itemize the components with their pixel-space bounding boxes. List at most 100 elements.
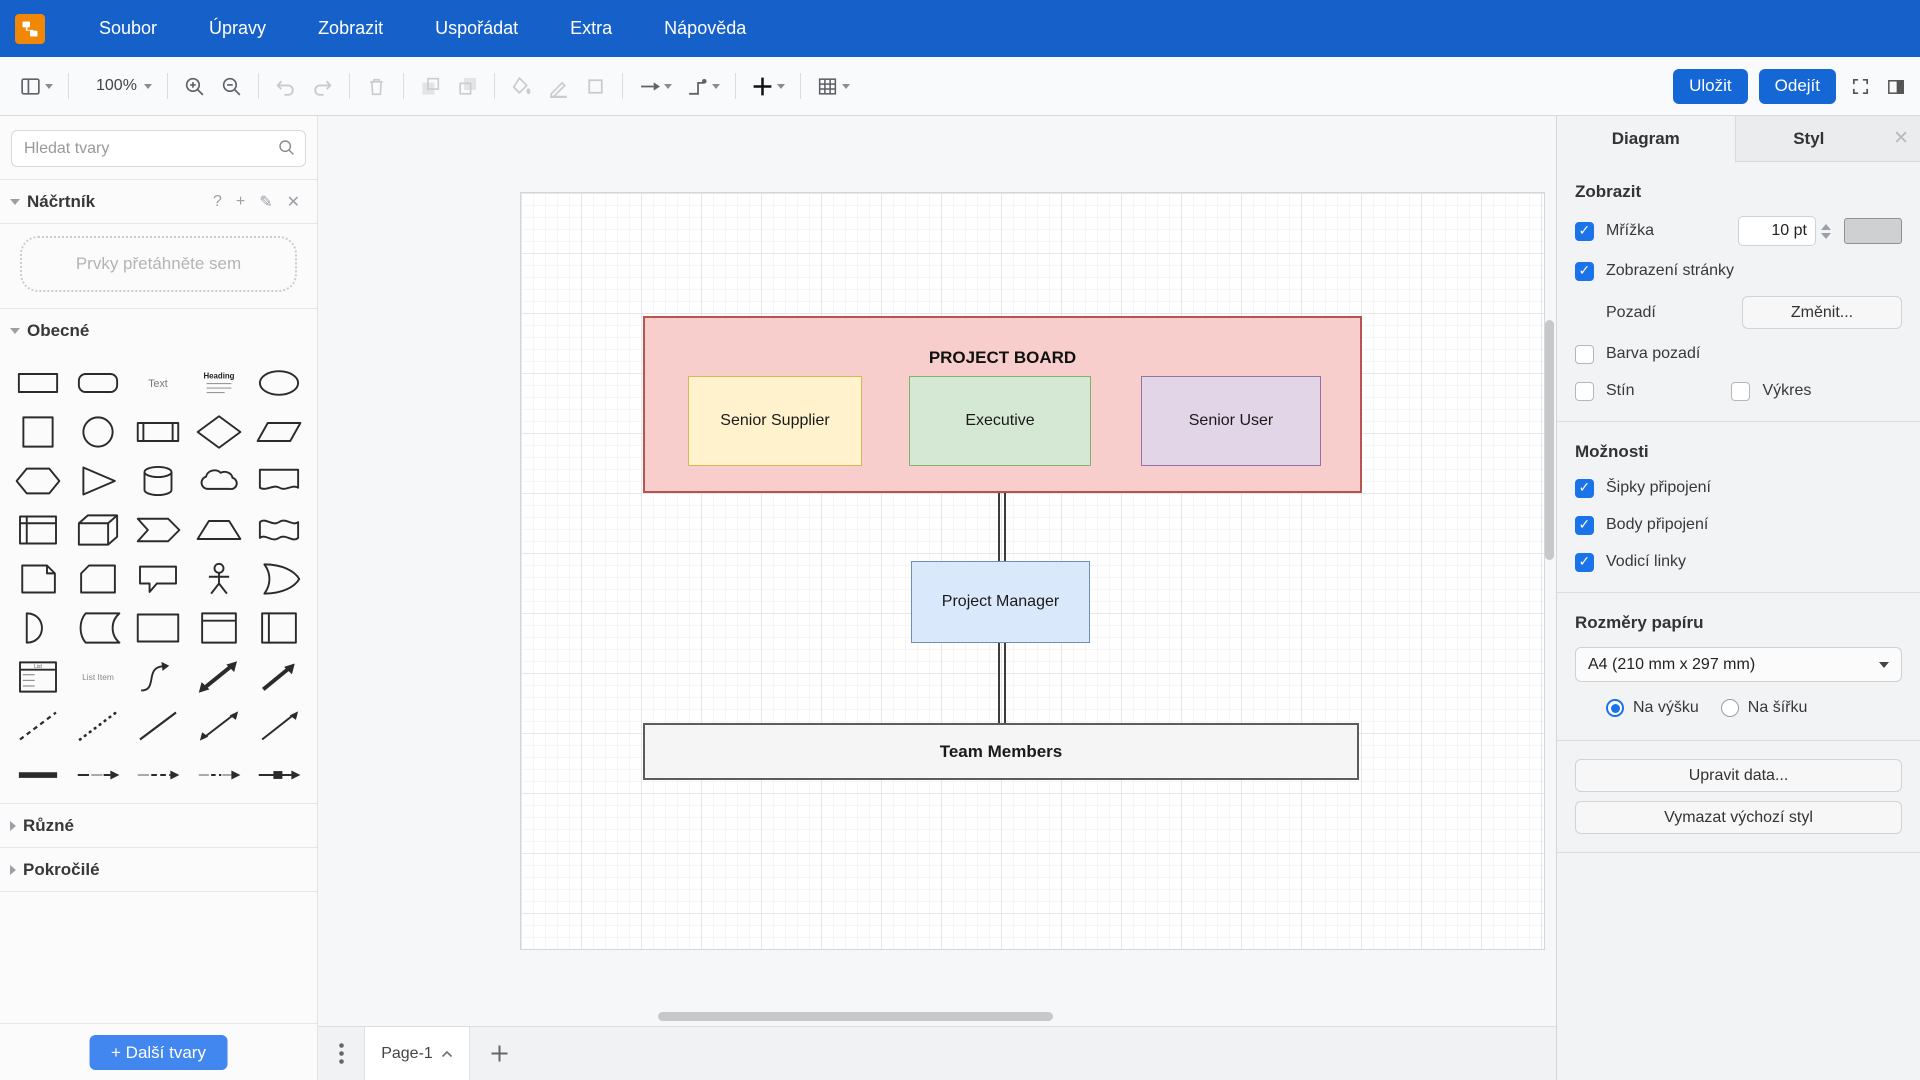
landscape-radio[interactable] bbox=[1721, 699, 1739, 717]
horizontal-scrollbar[interactable] bbox=[658, 1012, 1053, 1021]
section-misc[interactable]: Různé bbox=[0, 804, 317, 847]
sketch-checkbox[interactable] bbox=[1731, 382, 1750, 401]
shape-link[interactable] bbox=[8, 750, 68, 799]
shape-vertical-container[interactable] bbox=[189, 603, 249, 652]
shape-list[interactable]: List bbox=[8, 652, 68, 701]
shape-circle[interactable] bbox=[68, 407, 128, 456]
to-back-button[interactable] bbox=[449, 67, 486, 105]
pages-menu-button[interactable] bbox=[318, 1027, 364, 1080]
scratchpad-section-header[interactable]: Náčrtník ? + ✎ ✕ bbox=[0, 180, 317, 223]
shape-cylinder[interactable] bbox=[128, 456, 188, 505]
connection-points-checkbox[interactable] bbox=[1575, 516, 1594, 535]
table-button[interactable] bbox=[809, 67, 857, 105]
delete-button[interactable] bbox=[358, 67, 395, 105]
change-background-button[interactable]: Změnit... bbox=[1742, 296, 1902, 329]
save-button[interactable]: Uložit bbox=[1673, 69, 1748, 104]
shape-bidirectional-arrow[interactable] bbox=[189, 652, 249, 701]
shape-note[interactable] bbox=[8, 554, 68, 603]
shape-rectangle[interactable] bbox=[8, 358, 68, 407]
shape-data-storage[interactable] bbox=[68, 603, 128, 652]
shape-document[interactable] bbox=[249, 456, 309, 505]
shape-textbox[interactable]: Heading bbox=[189, 358, 249, 407]
undo-button[interactable] bbox=[267, 67, 304, 105]
guides-checkbox[interactable] bbox=[1575, 553, 1594, 572]
shape-parallelogram[interactable] bbox=[249, 407, 309, 456]
connection-arrows-checkbox[interactable] bbox=[1575, 479, 1594, 498]
to-front-button[interactable] bbox=[412, 67, 449, 105]
page-view-checkbox[interactable] bbox=[1575, 262, 1594, 281]
connection-arrow-button[interactable] bbox=[631, 67, 679, 105]
shape-directional-connector[interactable] bbox=[249, 701, 309, 750]
shape-team-members[interactable]: Team Members bbox=[643, 723, 1359, 780]
shape-bidirectional-connector[interactable] bbox=[189, 701, 249, 750]
menu-soubor[interactable]: Soubor bbox=[73, 0, 183, 57]
search-input[interactable] bbox=[11, 130, 306, 167]
zoom-out-button[interactable] bbox=[213, 67, 250, 105]
panel-close-icon[interactable]: ✕ bbox=[1882, 116, 1920, 161]
more-shapes-button[interactable]: + Další tvary bbox=[89, 1035, 228, 1070]
shape-cube[interactable] bbox=[68, 505, 128, 554]
grid-size-input[interactable] bbox=[1738, 216, 1816, 246]
scratchpad-help-icon[interactable]: ? bbox=[206, 193, 229, 211]
clear-default-style-button[interactable]: Vymazat výchozí styl bbox=[1575, 801, 1902, 834]
insert-button[interactable] bbox=[744, 67, 792, 105]
scratchpad-close-icon[interactable]: ✕ bbox=[280, 192, 307, 212]
shape-triangle[interactable] bbox=[68, 456, 128, 505]
shape-labeled-edge[interactable] bbox=[249, 750, 309, 799]
connector-pm-to-team[interactable] bbox=[998, 643, 1006, 723]
view-panels-button[interactable] bbox=[12, 67, 60, 105]
line-color-button[interactable] bbox=[540, 67, 577, 105]
shape-list-item[interactable]: List Item bbox=[68, 652, 128, 701]
shape-arrow[interactable] bbox=[249, 652, 309, 701]
shape-edge[interactable] bbox=[68, 750, 128, 799]
redo-button[interactable] bbox=[304, 67, 341, 105]
scratchpad-edit-icon[interactable]: ✎ bbox=[252, 192, 279, 212]
shape-actor[interactable] bbox=[189, 554, 249, 603]
shape-dashed-edge[interactable] bbox=[128, 750, 188, 799]
shape-and[interactable] bbox=[8, 603, 68, 652]
fill-color-button[interactable] bbox=[503, 67, 540, 105]
zoom-in-button[interactable] bbox=[176, 67, 213, 105]
background-color-checkbox[interactable] bbox=[1575, 345, 1594, 364]
shape-container[interactable] bbox=[128, 603, 188, 652]
scratchpad-dropzone[interactable]: Prvky přetáhněte sem bbox=[20, 236, 297, 292]
menu-napoveda[interactable]: Nápověda bbox=[638, 0, 772, 57]
waypoint-style-button[interactable] bbox=[679, 67, 727, 105]
shape-curve[interactable] bbox=[128, 652, 188, 701]
shape-hexagon[interactable] bbox=[8, 456, 68, 505]
grid-size-stepper[interactable] bbox=[1818, 216, 1834, 246]
shape-executive[interactable]: Executive bbox=[909, 376, 1091, 466]
shape-line[interactable] bbox=[128, 701, 188, 750]
shape-text[interactable]: Text bbox=[128, 358, 188, 407]
shape-callout[interactable] bbox=[128, 554, 188, 603]
shape-internal-storage[interactable] bbox=[8, 505, 68, 554]
shape-trapezoid[interactable] bbox=[189, 505, 249, 554]
connector-board-to-pm[interactable] bbox=[998, 493, 1006, 561]
grid-checkbox[interactable] bbox=[1575, 222, 1594, 241]
add-page-button[interactable] bbox=[470, 1027, 528, 1080]
shape-rounded-rectangle[interactable] bbox=[68, 358, 128, 407]
page-tab[interactable]: Page-1 bbox=[364, 1027, 470, 1080]
menu-extra[interactable]: Extra bbox=[544, 0, 638, 57]
shape-senior-user[interactable]: Senior User bbox=[1141, 376, 1321, 466]
zoom-level-dropdown[interactable]: 100% bbox=[77, 67, 159, 105]
paper-size-select[interactable]: A4 (210 mm x 297 mm) bbox=[1575, 647, 1902, 682]
shape-dotted-edge[interactable] bbox=[189, 750, 249, 799]
menu-zobrazit[interactable]: Zobrazit bbox=[292, 0, 409, 57]
tab-styl[interactable]: Styl bbox=[1735, 116, 1883, 161]
tab-diagram[interactable]: Diagram bbox=[1557, 116, 1735, 162]
shadow-checkbox[interactable] bbox=[1575, 382, 1594, 401]
shape-or[interactable] bbox=[249, 554, 309, 603]
shape-project-manager[interactable]: Project Manager bbox=[911, 561, 1090, 643]
menu-usporadat[interactable]: Uspořádat bbox=[409, 0, 544, 57]
shape-square[interactable] bbox=[8, 407, 68, 456]
grid-color-swatch[interactable] bbox=[1844, 218, 1902, 244]
shape-dotted-line[interactable] bbox=[68, 701, 128, 750]
fullscreen-button[interactable] bbox=[1850, 76, 1871, 97]
shape-process[interactable] bbox=[128, 407, 188, 456]
shape-senior-supplier[interactable]: Senior Supplier bbox=[688, 376, 862, 466]
shape-dashed-line[interactable] bbox=[8, 701, 68, 750]
shape-tape[interactable] bbox=[249, 505, 309, 554]
shape-step[interactable] bbox=[128, 505, 188, 554]
shape-cloud[interactable] bbox=[189, 456, 249, 505]
